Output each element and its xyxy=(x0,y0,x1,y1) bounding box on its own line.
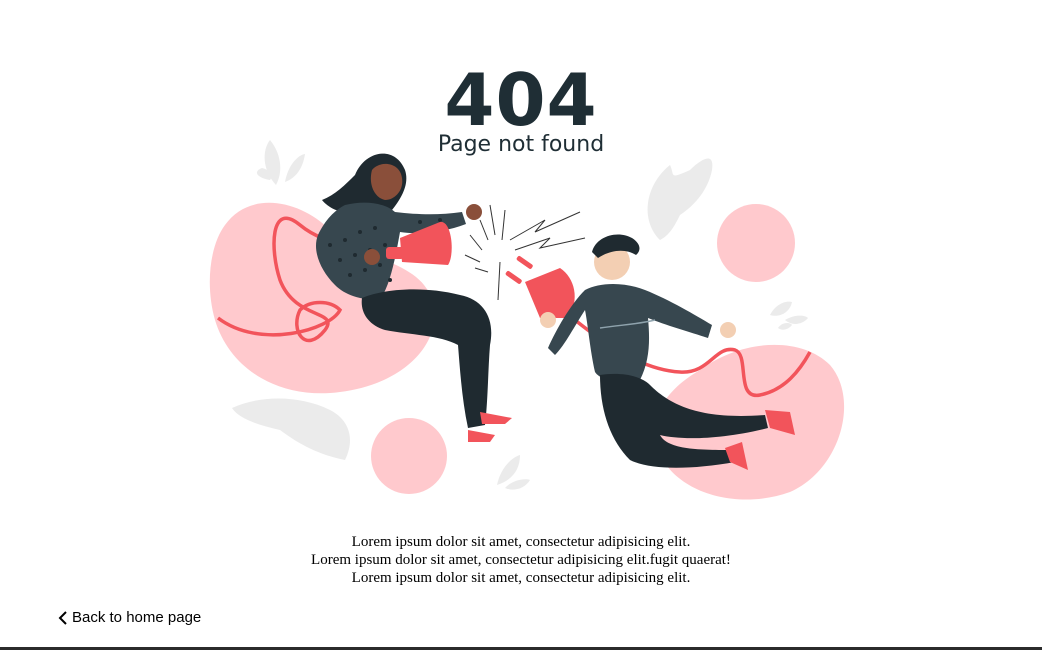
leaf-decoration-bottom-left xyxy=(232,398,350,460)
error-message: Lorem ipsum dolor sit amet, consectetur … xyxy=(0,533,1042,587)
woman-hand-plug xyxy=(364,249,380,265)
back-link-label: Back to home page xyxy=(72,609,202,626)
plug-man-prong-1 xyxy=(505,270,522,284)
chevron-left-icon xyxy=(58,610,67,625)
leaf-decoration-top-right xyxy=(647,158,713,240)
message-line: Lorem ipsum dolor sit amet, consectetur … xyxy=(351,534,691,550)
plug-man-body xyxy=(525,268,575,318)
woman-hand xyxy=(466,204,482,220)
message-line: Lorem ipsum dolor sit amet, consectetur … xyxy=(311,552,731,568)
pink-blob-top-right xyxy=(717,204,795,282)
plug-man-prong-2 xyxy=(516,255,533,269)
error-code: 404 xyxy=(444,58,598,142)
error-page: 404 Page not found Lorem ipsum dolor sit… xyxy=(0,0,1042,650)
man-hand-plug xyxy=(540,312,556,328)
man-hand-right xyxy=(720,322,736,338)
leaf-decoration-right xyxy=(770,301,808,330)
pink-blob-small-left xyxy=(371,418,447,494)
error-title: Page not found xyxy=(437,132,605,157)
leaf-decoration-bottom-center xyxy=(497,455,530,490)
message-line: Lorem ipsum dolor sit amet, consectetur … xyxy=(351,570,691,586)
back-to-home-link[interactable]: Back to home page xyxy=(58,609,201,626)
woman-shoe-top xyxy=(480,412,512,424)
woman-shoe-bottom xyxy=(468,430,495,442)
